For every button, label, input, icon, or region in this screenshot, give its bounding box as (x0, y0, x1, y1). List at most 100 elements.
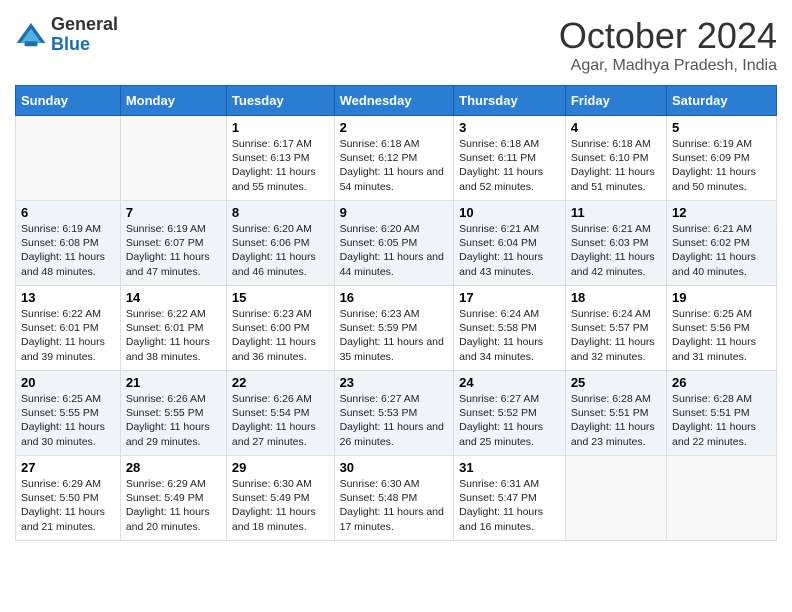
calendar-cell: 31Sunrise: 6:31 AMSunset: 5:47 PMDayligh… (454, 456, 566, 541)
day-info: Sunrise: 6:27 AMSunset: 5:53 PMDaylight:… (340, 392, 449, 449)
calendar-cell: 19 Sunrise: 6:25 AMSunset: 5:56 PMDayligh… (667, 286, 777, 371)
week-row-4: 20Sunrise: 6:25 AMSunset: 5:55 PMDayligh… (16, 371, 777, 456)
day-number: 24 (459, 375, 560, 390)
day-info: Sunrise: 6:18 AMSunset: 6:12 PMDaylight:… (340, 137, 449, 194)
day-number: 8 (232, 205, 329, 220)
day-info: Sunrise: 6:21 AMSunset: 6:02 PMDaylight:… (672, 222, 771, 279)
day-number: 2 (340, 120, 449, 135)
week-row-5: 27Sunrise: 6:29 AMSunset: 5:50 PMDayligh… (16, 456, 777, 541)
calendar-cell: 5Sunrise: 6:19 AMSunset: 6:09 PMDaylight… (667, 116, 777, 201)
calendar-cell: 21Sunrise: 6:26 AMSunset: 5:55 PMDayligh… (120, 371, 226, 456)
day-info: Sunrise: 6:22 AMSunset: 6:01 PMDaylight:… (21, 307, 115, 364)
day-number: 7 (126, 205, 221, 220)
day-number: 16 (340, 290, 449, 305)
week-row-2: 6 Sunrise: 6:19 AMSunset: 6:08 PMDaylight… (16, 201, 777, 286)
day-number: 26 (672, 375, 771, 390)
day-number: 10 (459, 205, 560, 220)
calendar-cell: 26 Sunrise: 6:28 AMSunset: 5:51 PMDayligh… (667, 371, 777, 456)
day-number: 3 (459, 120, 560, 135)
day-info: Sunrise: 6:29 AMSunset: 5:49 PMDaylight:… (126, 477, 221, 534)
calendar-cell: 11Sunrise: 6:21 AMSunset: 6:03 PMDayligh… (565, 201, 666, 286)
day-info: Sunrise: 6:30 AMSunset: 5:49 PMDaylight:… (232, 477, 329, 534)
weekday-header-sunday: Sunday (16, 86, 121, 116)
weekday-header-wednesday: Wednesday (334, 86, 454, 116)
day-info: Sunrise: 6:19 AMSunset: 6:07 PMDaylight:… (126, 222, 221, 279)
day-number: 13 (21, 290, 115, 305)
day-number: 15 (232, 290, 329, 305)
week-row-1: 1 Sunrise: 6:17 AMSunset: 6:13 PMDaylight… (16, 116, 777, 201)
calendar-cell: 14Sunrise: 6:22 AMSunset: 6:01 PMDayligh… (120, 286, 226, 371)
day-info: Sunrise: 6:21 AMSunset: 6:04 PMDaylight:… (459, 222, 560, 279)
day-number: 30 (340, 460, 449, 475)
page-header: General Blue October 2024 Agar, Madhya P… (15, 15, 777, 75)
calendar-cell: 2 Sunrise: 6:18 AMSunset: 6:12 PMDaylight… (334, 116, 454, 201)
day-number: 6 (21, 205, 115, 220)
calendar-cell: 18Sunrise: 6:24 AMSunset: 5:57 PMDayligh… (565, 286, 666, 371)
day-info: Sunrise: 6:24 AMSunset: 5:58 PMDaylight:… (459, 307, 560, 364)
day-number: 29 (232, 460, 329, 475)
day-info: Sunrise: 6:28 AMSunset: 5:51 PMDaylight:… (571, 392, 661, 449)
day-number: 1 (232, 120, 329, 135)
day-info: Sunrise: 6:19 AMSunset: 6:08 PMDaylight:… (21, 222, 115, 279)
calendar-cell (667, 456, 777, 541)
day-number: 9 (340, 205, 449, 220)
day-info: Sunrise: 6:25 AMSunset: 5:56 PMDaylight:… (672, 307, 771, 364)
calendar-cell: 22 Sunrise: 6:26 AMSunset: 5:54 PMDayligh… (226, 371, 334, 456)
week-row-3: 13 Sunrise: 6:22 AMSunset: 6:01 PMDayligh… (16, 286, 777, 371)
day-info: Sunrise: 6:27 AMSunset: 5:52 PMDaylight:… (459, 392, 560, 449)
calendar-table: SundayMondayTuesdayWednesdayThursdayFrid… (15, 85, 777, 541)
calendar-cell (16, 116, 121, 201)
day-info: Sunrise: 6:18 AMSunset: 6:10 PMDaylight:… (571, 137, 661, 194)
weekday-header-tuesday: Tuesday (226, 86, 334, 116)
day-info: Sunrise: 6:23 AMSunset: 5:59 PMDaylight:… (340, 307, 449, 364)
calendar-body: 1 Sunrise: 6:17 AMSunset: 6:13 PMDaylight… (16, 116, 777, 541)
day-number: 19 (672, 290, 771, 305)
month-title: October 2024 (559, 15, 777, 57)
day-number: 17 (459, 290, 560, 305)
day-info: Sunrise: 6:17 AMSunset: 6:13 PMDaylight:… (232, 137, 329, 194)
day-number: 23 (340, 375, 449, 390)
day-number: 5 (672, 120, 771, 135)
calendar-cell: 7 Sunrise: 6:19 AMSunset: 6:07 PMDaylight… (120, 201, 226, 286)
calendar-cell: 12Sunrise: 6:21 AMSunset: 6:02 PMDayligh… (667, 201, 777, 286)
day-number: 31 (459, 460, 560, 475)
day-info: Sunrise: 6:26 AMSunset: 5:54 PMDaylight:… (232, 392, 329, 449)
logo-text: General Blue (51, 15, 118, 55)
calendar-cell (565, 456, 666, 541)
weekday-header-monday: Monday (120, 86, 226, 116)
calendar-cell: 8 Sunrise: 6:20 AMSunset: 6:06 PMDaylight… (226, 201, 334, 286)
calendar-cell: 29 Sunrise: 6:30 AMSunset: 5:49 PMDayligh… (226, 456, 334, 541)
calendar-cell: 23 Sunrise: 6:27 AMSunset: 5:53 PMDayligh… (334, 371, 454, 456)
day-number: 18 (571, 290, 661, 305)
location: Agar, Madhya Pradesh, India (559, 57, 777, 75)
day-number: 22 (232, 375, 329, 390)
day-info: Sunrise: 6:18 AMSunset: 6:11 PMDaylight:… (459, 137, 560, 194)
logo-general: General (51, 15, 118, 35)
calendar-cell: 27Sunrise: 6:29 AMSunset: 5:50 PMDayligh… (16, 456, 121, 541)
day-info: Sunrise: 6:28 AMSunset: 5:51 PMDaylight:… (672, 392, 771, 449)
logo-blue: Blue (51, 35, 118, 55)
day-number: 4 (571, 120, 661, 135)
calendar-cell (120, 116, 226, 201)
weekday-header-friday: Friday (565, 86, 666, 116)
day-number: 21 (126, 375, 221, 390)
calendar-cell: 10 Sunrise: 6:21 AMSunset: 6:04 PMDayligh… (454, 201, 566, 286)
weekday-header-thursday: Thursday (454, 86, 566, 116)
day-number: 14 (126, 290, 221, 305)
calendar-cell: 24 Sunrise: 6:27 AMSunset: 5:52 PMDayligh… (454, 371, 566, 456)
logo: General Blue (15, 15, 118, 55)
calendar-cell: 1 Sunrise: 6:17 AMSunset: 6:13 PMDaylight… (226, 116, 334, 201)
calendar-cell: 15 Sunrise: 6:23 AMSunset: 6:00 PMDayligh… (226, 286, 334, 371)
calendar-cell: 30Sunrise: 6:30 AMSunset: 5:48 PMDayligh… (334, 456, 454, 541)
calendar-cell: 17 Sunrise: 6:24 AMSunset: 5:58 PMDayligh… (454, 286, 566, 371)
calendar-cell: 3 Sunrise: 6:18 AMSunset: 6:11 PMDaylight… (454, 116, 566, 201)
day-info: Sunrise: 6:20 AMSunset: 6:06 PMDaylight:… (232, 222, 329, 279)
weekday-row: SundayMondayTuesdayWednesdayThursdayFrid… (16, 86, 777, 116)
title-block: October 2024 Agar, Madhya Pradesh, India (559, 15, 777, 75)
calendar-cell: 4 Sunrise: 6:18 AMSunset: 6:10 PMDaylight… (565, 116, 666, 201)
calendar-cell: 13 Sunrise: 6:22 AMSunset: 6:01 PMDayligh… (16, 286, 121, 371)
day-number: 20 (21, 375, 115, 390)
day-number: 25 (571, 375, 661, 390)
calendar-cell: 25 Sunrise: 6:28 AMSunset: 5:51 PMDayligh… (565, 371, 666, 456)
day-info: Sunrise: 6:23 AMSunset: 6:00 PMDaylight:… (232, 307, 329, 364)
